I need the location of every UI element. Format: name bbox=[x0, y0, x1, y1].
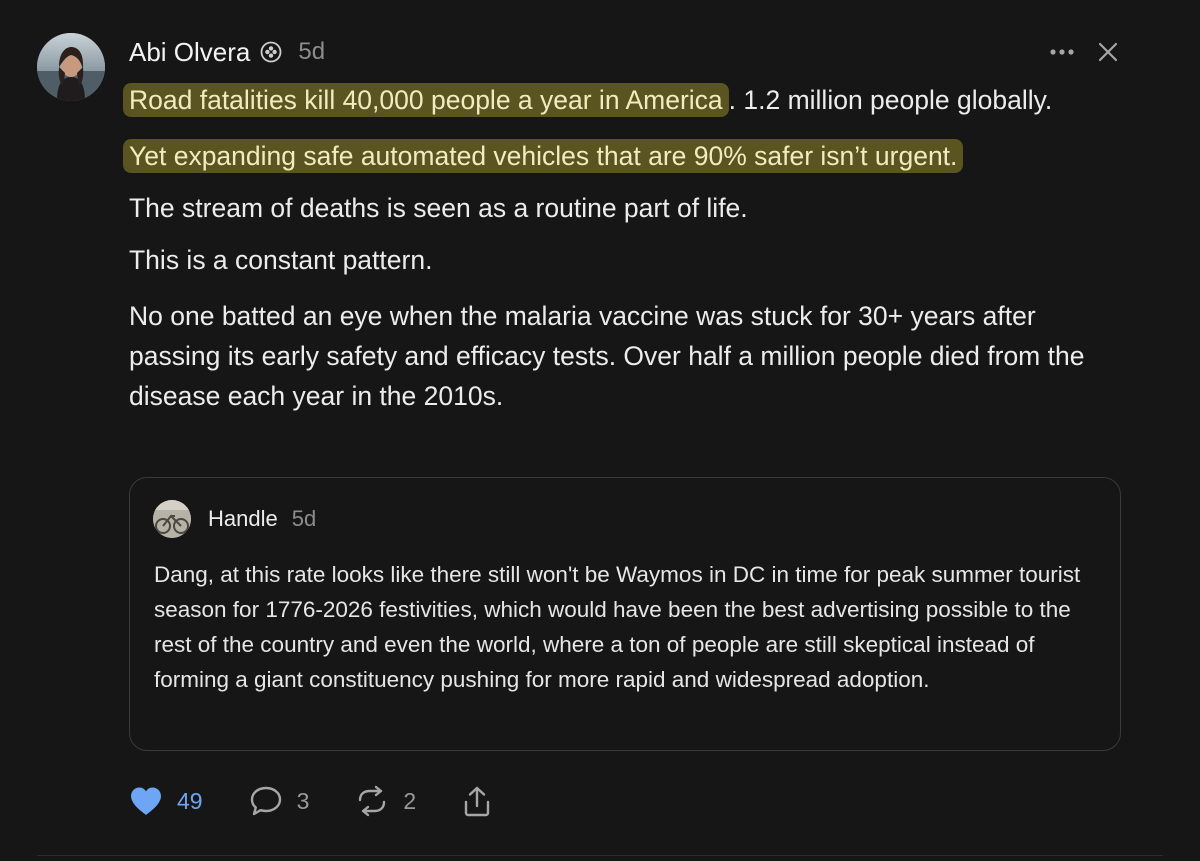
author-avatar[interactable] bbox=[37, 33, 105, 101]
post-paragraph-5: No one batted an eye when the malaria va… bbox=[129, 301, 1085, 411]
comment-count: 3 bbox=[296, 787, 310, 814]
paragraph-text: . 1.2 million people globally. bbox=[728, 85, 1053, 115]
highlighted-text: Road fatalities kill 40,000 people a yea… bbox=[123, 83, 729, 117]
like-count: 49 bbox=[177, 787, 203, 814]
close-icon bbox=[1098, 42, 1118, 62]
quoted-author-name[interactable]: Handle bbox=[208, 506, 278, 532]
repost-button[interactable]: 2 bbox=[355, 785, 416, 817]
quoted-text: Dang, at this rate looks like there stil… bbox=[154, 562, 1081, 692]
comment-icon bbox=[250, 786, 281, 816]
post-header: Abi Olvera 5d bbox=[129, 34, 325, 70]
repost-icon bbox=[359, 785, 386, 817]
like-button[interactable]: 49 bbox=[129, 786, 203, 816]
quoted-author-avatar[interactable] bbox=[153, 500, 191, 538]
post-timestamp: 5d bbox=[298, 38, 326, 65]
share-icon bbox=[464, 786, 490, 817]
more-options-icon bbox=[1050, 49, 1074, 55]
post-paragraph-4: This is a constant pattern. bbox=[129, 245, 433, 275]
quoted-header: Handle 5d bbox=[208, 506, 316, 532]
action-bar: 49 3 2 bbox=[129, 780, 492, 822]
verified-badge-icon bbox=[260, 41, 282, 63]
highlighted-text: Yet expanding safe automated vehicles th… bbox=[123, 139, 964, 173]
post-paragraph-2: Yet expanding safe automated vehicles th… bbox=[123, 136, 1119, 176]
post-card: Abi Olvera 5d Road fatalities kill 40,00… bbox=[0, 0, 1200, 861]
divider bbox=[37, 855, 1163, 856]
post-body: Road fatalities kill 40,000 people a yea… bbox=[123, 80, 1119, 416]
quoted-timestamp: 5d bbox=[291, 506, 317, 531]
more-options-button[interactable] bbox=[1044, 38, 1080, 66]
author-name[interactable]: Abi Olvera bbox=[129, 37, 250, 68]
quoted-post[interactable]: Handle 5d Dang, at this rate looks like … bbox=[129, 477, 1121, 751]
comment-button[interactable]: 3 bbox=[249, 785, 310, 817]
share-button[interactable] bbox=[462, 785, 492, 817]
post-paragraph-3: The stream of deaths is seen as a routin… bbox=[129, 193, 748, 223]
close-button[interactable] bbox=[1092, 36, 1124, 68]
heart-icon bbox=[131, 787, 161, 815]
repost-count: 2 bbox=[403, 787, 417, 814]
post-paragraph-1: Road fatalities kill 40,000 people a yea… bbox=[123, 80, 1119, 120]
